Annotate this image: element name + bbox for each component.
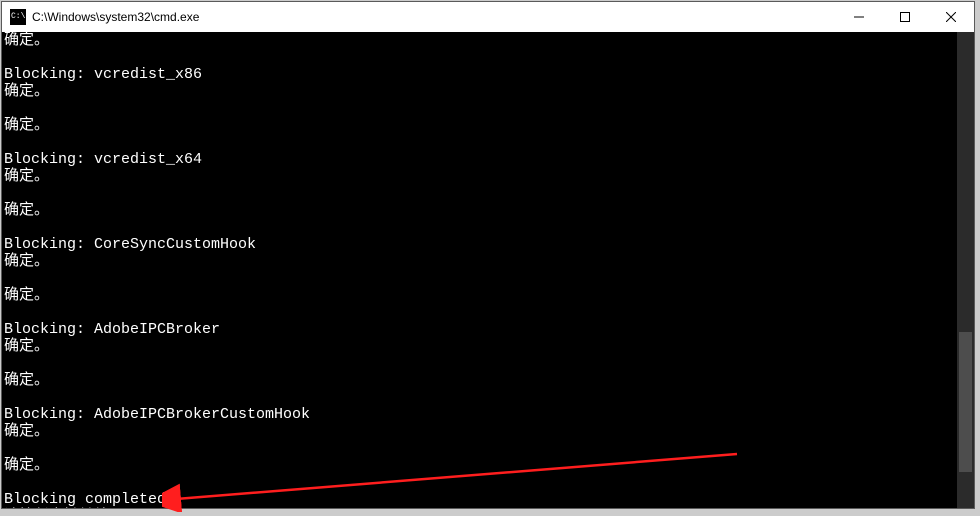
maximize-button[interactable] <box>882 2 928 32</box>
vertical-scrollbar[interactable] <box>957 32 974 508</box>
titlebar[interactable]: C:\Windows\system32\cmd.exe <box>2 2 974 33</box>
close-button[interactable] <box>928 2 974 32</box>
minimize-button[interactable] <box>836 2 882 32</box>
close-icon <box>946 12 956 22</box>
console-output: 确定。 Blocking: vcredist_x86 确定。 确定。 Block… <box>4 32 957 508</box>
cmd-icon <box>10 9 26 25</box>
cmd-window: C:\Windows\system32\cmd.exe 确定。 Blocking… <box>1 1 975 509</box>
scrollbar-thumb[interactable] <box>959 332 972 472</box>
maximize-icon <box>900 12 910 22</box>
console-area[interactable]: 确定。 Blocking: vcredist_x86 确定。 确定。 Block… <box>2 32 974 508</box>
minimize-icon <box>854 12 864 22</box>
window-title: C:\Windows\system32\cmd.exe <box>32 10 199 24</box>
